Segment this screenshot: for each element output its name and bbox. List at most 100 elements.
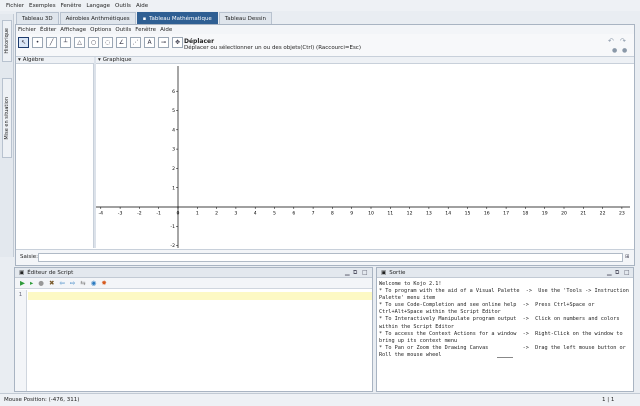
gg-menu-affichage[interactable]: Affichage bbox=[60, 27, 86, 33]
tab-3d[interactable]: Tableau 3D bbox=[16, 12, 59, 24]
forward-icon[interactable]: ⇨ bbox=[70, 279, 75, 287]
polygon-tool-icon[interactable]: △ bbox=[74, 37, 85, 48]
y-tick-label: 1 bbox=[172, 185, 175, 191]
x-tick-label: -3 bbox=[118, 211, 123, 217]
slider-tool-icon[interactable]: ⊸ bbox=[158, 37, 169, 48]
geogebra-frame: Fichier Éditer Affichage Options Outils … bbox=[15, 24, 640, 269]
conic-tool-icon[interactable]: ◌ bbox=[102, 37, 113, 48]
tab-label: Aérobies Anthmétiques bbox=[65, 15, 130, 22]
line-tool-icon[interactable]: ╱ bbox=[46, 37, 57, 48]
angle-tool-icon[interactable]: ∠ bbox=[116, 37, 127, 48]
line-number: 1 bbox=[18, 292, 23, 298]
tab-label: Tableau Dessin bbox=[224, 15, 267, 22]
x-tick-label: -4 bbox=[99, 211, 104, 217]
stop-icon[interactable]: ● bbox=[38, 279, 44, 287]
tool-description: Déplacer ou sélectionner un ou des objet… bbox=[184, 45, 361, 51]
reflect-tool-icon[interactable]: ⋰ bbox=[130, 37, 141, 48]
output-titlebar: ▣ Sortie ▁ ⧉ □ bbox=[377, 268, 633, 278]
undo-icon[interactable]: ↶ bbox=[608, 37, 614, 45]
help-icon[interactable]: ◉ bbox=[91, 279, 97, 287]
redo-icon[interactable]: ↷ bbox=[620, 37, 626, 45]
x-tick-label: 1 bbox=[196, 211, 199, 217]
maximize-icon[interactable]: □ bbox=[624, 269, 630, 276]
x-tick-label: 3 bbox=[234, 211, 237, 217]
minimize-icon[interactable]: ▁ bbox=[607, 269, 612, 276]
clear-icon[interactable]: ✸ bbox=[101, 279, 106, 287]
output-title: Sortie bbox=[389, 269, 406, 276]
x-tick-label: 2 bbox=[215, 211, 218, 217]
trace-icon[interactable]: ✖ bbox=[49, 279, 54, 287]
help-icon[interactable]: ● bbox=[612, 47, 617, 54]
minimize-icon[interactable]: ▁ bbox=[345, 269, 350, 276]
input-field[interactable] bbox=[38, 253, 623, 262]
gg-menu-aide[interactable]: Aide bbox=[160, 27, 172, 33]
point-tool-icon[interactable]: • bbox=[32, 37, 43, 48]
tab-tableau-mathematique[interactable]: ▪ Tableau Mathématique bbox=[136, 12, 218, 24]
run-file-icon[interactable]: ▸ bbox=[30, 279, 33, 287]
y-tick-label: -2 bbox=[170, 243, 175, 248]
y-tick-label: 3 bbox=[172, 147, 175, 153]
gg-menu-fenetre[interactable]: Fenêtre bbox=[135, 27, 156, 33]
menu-aide[interactable]: Aide bbox=[136, 3, 148, 9]
algebra-title: Algèbre bbox=[22, 57, 44, 63]
current-line-highlight[interactable] bbox=[28, 292, 372, 300]
tab-dessin[interactable]: Tableau Dessin bbox=[218, 12, 273, 24]
move-tool-icon[interactable]: ↖ bbox=[18, 37, 29, 48]
output-panel: ▣ Sortie ▁ ⧉ □ Welcome to Kojo 2.1! * To… bbox=[376, 267, 634, 392]
tab-aerobies[interactable]: Aérobies Anthmétiques bbox=[59, 12, 136, 24]
x-tick-label: -1 bbox=[156, 211, 161, 217]
coordinate-axes: -4 -3 -2 -1 0 1 2 3 4 5 6 7 8 9 10 11 12 13 14 15 16 17 18 19 20… bbox=[96, 66, 640, 269]
editor-icon: ▣ bbox=[19, 269, 25, 276]
status-bar: Mouse Position: (-476, 311) 1 | 1 bbox=[0, 393, 640, 406]
geogebra-toolbar: ↖ • ╱ ┴ △ ○ ◌ ∠ ⋰ A ⊸ ✥ Déplacer Déplace… bbox=[16, 34, 634, 57]
y-tick-label: 4 bbox=[172, 127, 175, 133]
move-view-tool-icon[interactable]: ✥ bbox=[172, 37, 183, 48]
tab-close-icon[interactable]: ▪ bbox=[143, 16, 146, 22]
side-tab-mise-en-situation[interactable]: Mise en situation bbox=[2, 78, 12, 158]
side-tab-historique[interactable]: Historique bbox=[2, 20, 12, 62]
tab-label: Tableau 3D bbox=[22, 15, 53, 22]
tab-bar: Tableau 3D Aérobies Anthmétiques ▪ Table… bbox=[16, 11, 636, 24]
gg-menu-outils[interactable]: Outils bbox=[115, 27, 131, 33]
text-tool-icon[interactable]: A bbox=[144, 37, 155, 48]
graphics-header: ▾ Graphique bbox=[96, 57, 634, 64]
tool-title: Déplacer bbox=[184, 38, 215, 45]
gg-menu-editer[interactable]: Éditer bbox=[40, 27, 56, 33]
script-editor-panel: ▣ Éditeur de Script ▁ ⧉ □ ▶ ▸ ● ✖ ⇦ ⇨ ⇆ … bbox=[14, 267, 373, 392]
x-tick-label: 6 bbox=[292, 211, 295, 217]
menu-fichier[interactable]: Fichier bbox=[6, 3, 24, 9]
graphics-title: Graphique bbox=[102, 57, 132, 63]
left-side-strip: Historique Mise en situation bbox=[0, 14, 14, 257]
menu-exemples[interactable]: Exemples bbox=[29, 3, 56, 9]
collapse-icon[interactable]: ▾ bbox=[18, 57, 21, 63]
restore-icon[interactable]: ⧉ bbox=[353, 269, 357, 277]
perpendicular-tool-icon[interactable]: ┴ bbox=[60, 37, 71, 48]
algebra-view[interactable] bbox=[16, 64, 94, 248]
x-tick-label: 0 bbox=[177, 211, 180, 217]
mouse-position: Mouse Position: (-476, 311) bbox=[4, 397, 80, 403]
x-tick-label: 9 bbox=[350, 211, 353, 217]
x-tick-label: 12 bbox=[407, 211, 413, 217]
y-tick-label: -1 bbox=[170, 224, 175, 230]
gg-menu-options[interactable]: Options bbox=[90, 27, 111, 33]
cursor-position: 1 | 1 bbox=[602, 397, 615, 403]
graphics-view[interactable]: -4 -3 -2 -1 0 1 2 3 4 5 6 7 8 9 10 11 12 13 14 15 16 17 18 19 20… bbox=[96, 64, 640, 269]
output-separator bbox=[497, 357, 513, 358]
format-icon[interactable]: ⇆ bbox=[80, 279, 85, 287]
menu-fenetre[interactable]: Fenêtre bbox=[61, 3, 82, 9]
menu-outils[interactable]: Outils bbox=[115, 3, 131, 9]
restore-icon[interactable]: ⧉ bbox=[615, 269, 619, 277]
maximize-icon[interactable]: □ bbox=[362, 269, 368, 276]
editor-toolbar: ▶ ▸ ● ✖ ⇦ ⇨ ⇆ ◉ ✸ bbox=[15, 278, 372, 289]
circle-tool-icon[interactable]: ○ bbox=[88, 37, 99, 48]
run-icon[interactable]: ▶ bbox=[20, 279, 25, 287]
input-help-icon[interactable]: ⊞ bbox=[625, 254, 630, 260]
back-icon[interactable]: ⇦ bbox=[59, 279, 64, 287]
collapse-icon[interactable]: ▾ bbox=[98, 57, 101, 63]
y-tick-label: 6 bbox=[172, 89, 175, 95]
script-editor-titlebar: ▣ Éditeur de Script ▁ ⧉ □ bbox=[15, 268, 372, 278]
side-tab-label: Historique bbox=[4, 28, 10, 54]
menu-langage[interactable]: Langage bbox=[86, 3, 110, 9]
settings-icon[interactable]: ● bbox=[622, 47, 627, 54]
gg-menu-fichier[interactable]: Fichier bbox=[18, 27, 36, 33]
